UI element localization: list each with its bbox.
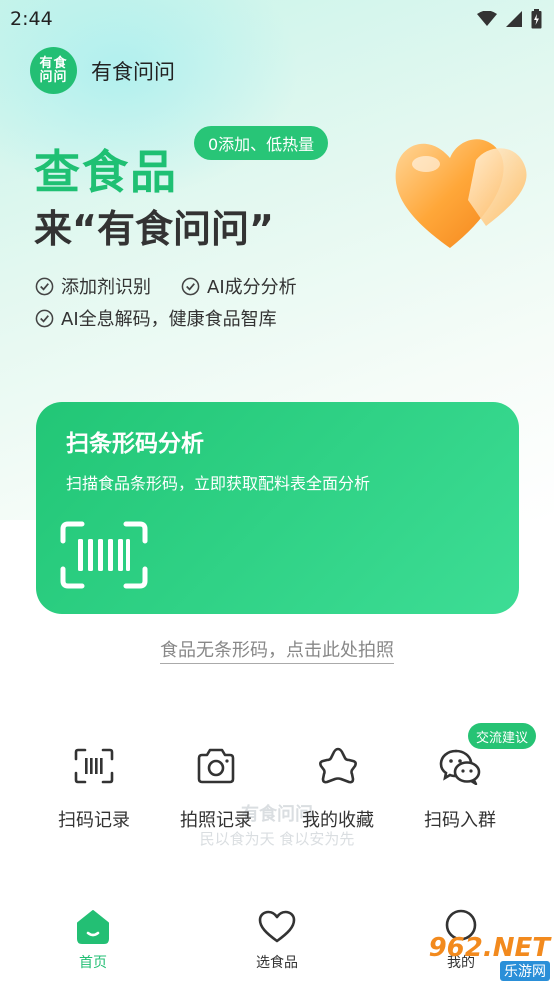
app-logo: 有食问问	[30, 47, 77, 94]
scan-card-title: 扫条形码分析	[66, 431, 204, 457]
photo-link-text: 食品无条形码，点击此处拍照	[160, 640, 394, 664]
wifi-icon	[477, 11, 497, 26]
star-icon	[319, 747, 357, 784]
app-name: 有食问问	[91, 59, 175, 84]
feature-label: AI成分分析	[207, 277, 297, 298]
hero-title: 查食品	[34, 145, 178, 199]
nav-item-select-food[interactable]: 选食品	[222, 908, 332, 972]
barcode-scan-icon	[74, 748, 114, 784]
signal-icon	[506, 11, 522, 27]
photo-history-button[interactable]: 拍照记录	[156, 738, 276, 832]
action-label: 扫码入群	[424, 810, 496, 831]
barcode-scan-icon	[60, 521, 148, 589]
feature-item: 添加剂识别	[35, 273, 151, 299]
action-label: 拍照记录	[180, 810, 252, 831]
check-circle-icon	[35, 277, 54, 295]
scan-card-subtitle: 扫描食品条形码，立即获取配料表全面分析	[66, 474, 371, 493]
status-bar: 2:44	[0, 0, 554, 38]
promo-badge: 0添加、低热量	[194, 126, 329, 160]
site-logo-text: 962.NET	[428, 933, 550, 963]
action-label: 我的收藏	[302, 810, 374, 831]
check-circle-icon	[35, 309, 54, 327]
feature-item: AI全息解码，健康食品智库	[35, 305, 277, 331]
site-watermark-logo: 962.NET 乐游网	[420, 935, 550, 981]
scan-history-button[interactable]: 扫码记录	[34, 738, 154, 832]
camera-icon	[197, 748, 235, 784]
nav-item-home[interactable]: 首页	[38, 908, 148, 972]
feature-label: AI全息解码，健康食品智库	[61, 309, 277, 330]
status-time: 2:44	[10, 8, 53, 30]
status-icons	[477, 9, 542, 29]
hero-subtitle: 来“有食问问”	[34, 207, 274, 251]
photo-capture-link[interactable]: 食品无条形码，点击此处拍照	[0, 636, 554, 664]
battery-icon	[531, 9, 542, 29]
favorites-button[interactable]: 我的收藏	[278, 738, 398, 832]
wechat-icon	[439, 749, 481, 785]
check-circle-icon	[181, 277, 200, 295]
feature-list: 添加剂识别 AI成分分析 AI全息解码，健康食品智库	[35, 270, 297, 334]
heart-icon	[258, 910, 296, 943]
feature-label: 添加剂识别	[61, 277, 151, 298]
heart-illustration-icon	[395, 139, 527, 248]
nav-label: 首页	[79, 955, 107, 971]
action-label: 扫码记录	[58, 810, 130, 831]
home-icon	[77, 910, 109, 944]
feature-item: AI成分分析	[181, 273, 297, 299]
join-group-button[interactable]: 扫码入群	[400, 738, 520, 832]
app-header: 有食问问 有食问问	[30, 47, 175, 94]
feedback-badge[interactable]: 交流建议	[468, 723, 537, 749]
site-logo-subtext: 乐游网	[500, 961, 550, 981]
nav-label: 选食品	[256, 955, 298, 971]
scan-barcode-card[interactable]: 扫条形码分析 扫描食品条形码，立即获取配料表全面分析	[36, 402, 519, 614]
